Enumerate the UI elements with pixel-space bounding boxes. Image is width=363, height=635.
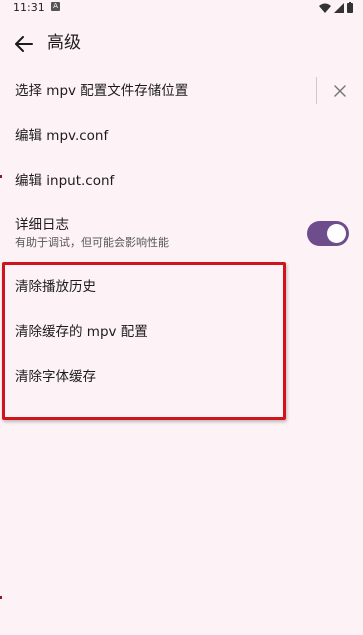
notification-icon: A: [51, 2, 60, 11]
status-bar: 11:31 A: [0, 0, 363, 18]
setting-label: 编辑 input.conf: [15, 173, 115, 189]
page-title: 高级: [47, 33, 81, 53]
setting-edit-input-conf[interactable]: 编辑 input.conf: [0, 160, 363, 204]
status-time: 11:31: [13, 1, 45, 14]
highlight-annotation: [2, 262, 286, 420]
battery-icon: [347, 2, 353, 13]
setting-label: 编辑 mpv.conf: [15, 128, 109, 144]
setting-label: 选择 mpv 配置文件存储位置: [15, 83, 189, 99]
setting-edit-mpv-conf[interactable]: 编辑 mpv.conf: [0, 115, 363, 159]
clear-location-button[interactable]: [330, 81, 350, 101]
app-bar: 高级: [0, 22, 363, 66]
divider: [316, 77, 317, 104]
wifi-icon: [319, 3, 331, 13]
signal-icon: [334, 2, 344, 13]
setting-config-location[interactable]: 选择 mpv 配置文件存储位置: [0, 70, 363, 114]
edge-mark: [0, 596, 2, 599]
status-icons: [319, 2, 353, 13]
setting-description: 有助于调试，但可能会影响性能: [15, 236, 169, 249]
edge-mark: [0, 175, 2, 178]
verbose-log-toggle[interactable]: [307, 221, 349, 246]
back-button[interactable]: [12, 32, 36, 56]
setting-label: 详细日志: [15, 217, 69, 233]
close-icon: [334, 85, 346, 97]
toggle-knob: [327, 224, 346, 243]
arrow-left-icon: [15, 36, 33, 52]
